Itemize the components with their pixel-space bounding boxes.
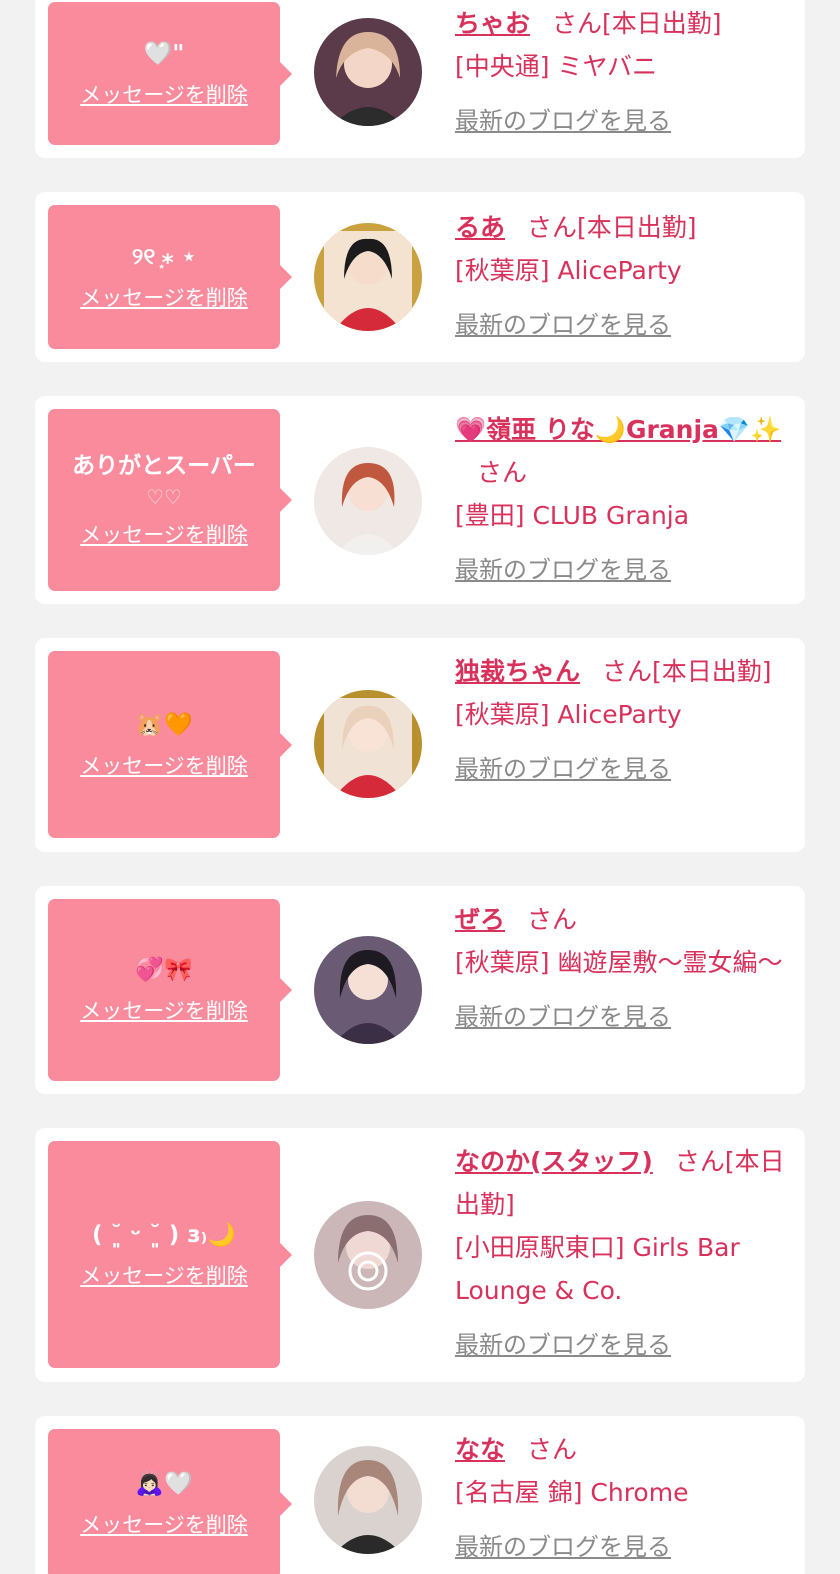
cast-info: ぜろ さん [秋葉原] 幽遊屋敷〜霊女編〜 最新のブログを見る [455,898,795,1039]
shop-label: [豊田] CLUB Granja [455,501,690,530]
girl-avatar-icon[interactable] [314,447,422,555]
girl-avatar-icon[interactable] [314,1446,422,1554]
girl-avatar-icon[interactable] [314,936,422,1044]
delete-message-link[interactable]: メッセージを削除 [80,79,248,111]
message-card: 💞🎀 メッセージを削除 ぜろ さん [秋葉原] 幽遊屋敷〜霊女編〜 最新のブログを… [35,886,805,1094]
latest-blog-link[interactable]: 最新のブログを見る [455,1324,795,1367]
honorific: さん [602,657,653,686]
shop-label: [名古屋 錦] Chrome [455,1478,689,1507]
shop-label: [小田原駅東口] Girls Bar Lounge & Co. [455,1233,740,1305]
message-text: 🙇🏻‍♀️🤍 [135,1471,193,1497]
status-label: [本日出勤] [652,657,772,686]
cast-name-link[interactable]: ぜろ [455,905,505,934]
latest-blog-link[interactable]: 最新のブログを見る [455,1526,795,1569]
message-text: ( ˘͈ ᵕ ˘͈ ) з₎🌙 [92,1221,236,1248]
message-card: ( ˘͈ ᵕ ˘͈ ) з₎🌙 メッセージを削除 なのか(スタッフ) さん[本日出… [35,1128,805,1382]
honorific: さん [552,9,603,38]
message-bubble: ( ˘͈ ᵕ ˘͈ ) з₎🌙 メッセージを削除 [48,1141,292,1368]
honorific: さん [674,1147,725,1176]
message-bubble: ありがとスーパー ♡♡ メッセージを削除 [48,409,292,591]
message-bubble: 🙇🏻‍♀️🤍 メッセージを削除 [48,1429,292,1574]
message-text: 🤍" [143,40,185,67]
status-label: [本日出勤] [602,9,722,38]
cast-info: なな さん [名古屋 錦] Chrome 最新のブログを見る [455,1428,795,1569]
cast-name-link[interactable]: 独裁ちゃん [455,657,580,686]
cast-info: ちゃお さん[本日出勤] [中央通] ミヤバニ 最新のブログを見る [455,2,795,143]
honorific: さん [527,213,578,242]
honorific: さん [527,1435,578,1464]
cast-name-link[interactable]: なのか(スタッフ) [455,1147,653,1176]
message-text: ୨୧ ͙⁎ ⋆ [131,244,197,270]
cast-info: るあ さん[本日出勤] [秋葉原] AliceParty 最新のブログを見る [455,206,795,347]
message-bubble: 🤍" メッセージを削除 [48,2,292,145]
message-card: 🐹🧡 メッセージを削除 独裁ちゃん さん[本日出勤] [秋葉原] AlicePar… [35,638,805,852]
latest-blog-link[interactable]: 最新のブログを見る [455,100,795,143]
message-text: ありがとスーパー [72,453,256,479]
girl-avatar-icon[interactable] [314,223,422,331]
cast-info: 独裁ちゃん さん[本日出勤] [秋葉原] AliceParty 最新のブログを見る [455,650,795,791]
girl-avatar-icon[interactable] [314,1201,422,1309]
cast-info: 💗嶺亜 りな🌙Granja💎✨ さん [豊田] CLUB Granja 最新のブロ… [455,408,795,592]
message-card: 🙇🏻‍♀️🤍 メッセージを削除 なな さん [名古屋 錦] Chrome 最新のブ… [35,1416,805,1574]
shop-label: [秋葉原] AliceParty [455,256,682,285]
message-card: ୨୧ ͙⁎ ⋆ メッセージを削除 るあ さん[本日出勤] [秋葉原] AliceP… [35,192,805,362]
message-text: 💞🎀 [135,957,193,983]
cast-name-link[interactable]: 💗嶺亜 りな🌙Granja💎✨ [455,415,781,444]
message-list: 🤍" メッセージを削除 ちゃお さん[本日出勤] [中央通] ミヤバニ 最新のブロ… [0,0,840,1574]
cast-name-link[interactable]: なな [455,1435,505,1464]
delete-message-link[interactable]: メッセージを削除 [80,1260,248,1292]
honorific: さん [477,458,528,487]
message-bubble: ୨୧ ͙⁎ ⋆ メッセージを削除 [48,205,292,349]
shop-label: [中央通] ミヤバニ [455,52,657,81]
message-bubble: 💞🎀 メッセージを削除 [48,899,292,1081]
message-text: 🐹🧡 [135,711,193,738]
delete-message-link[interactable]: メッセージを削除 [80,282,248,314]
girl-avatar-icon[interactable] [314,18,422,126]
girl-avatar-icon[interactable] [314,690,422,798]
delete-message-link[interactable]: メッセージを削除 [80,750,248,782]
latest-blog-link[interactable]: 最新のブログを見る [455,304,795,347]
cast-info: なのか(スタッフ) さん[本日出勤] [小田原駅東口] Girls Bar Lou… [455,1140,795,1367]
message-card: 🤍" メッセージを削除 ちゃお さん[本日出勤] [中央通] ミヤバニ 最新のブロ… [35,0,805,158]
delete-message-link[interactable]: メッセージを削除 [80,1509,248,1541]
cast-name-link[interactable]: ちゃお [455,9,530,38]
latest-blog-link[interactable]: 最新のブログを見る [455,549,795,592]
delete-message-link[interactable]: メッセージを削除 [80,995,248,1027]
cast-name-link[interactable]: るあ [455,213,505,242]
honorific: さん [527,905,578,934]
message-card: ありがとスーパー ♡♡ メッセージを削除 💗嶺亜 りな🌙Granja💎✨ さん [… [35,396,805,604]
shop-label: [秋葉原] 幽遊屋敷〜霊女編〜 [455,948,783,977]
latest-blog-link[interactable]: 最新のブログを見る [455,996,795,1039]
shop-label: [秋葉原] AliceParty [455,700,682,729]
delete-message-link[interactable]: メッセージを削除 [80,519,248,551]
latest-blog-link[interactable]: 最新のブログを見る [455,748,795,791]
message-bubble: 🐹🧡 メッセージを削除 [48,651,292,838]
message-text-2: ♡♡ [146,485,182,509]
status-label: [本日出勤] [577,213,697,242]
